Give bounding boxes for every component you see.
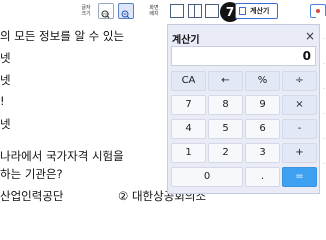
answer-option[interactable]: !: [0, 94, 5, 108]
key-2[interactable]: 2: [208, 143, 243, 163]
key-subtract[interactable]: -: [282, 119, 317, 139]
layout-label: 화면 배치: [149, 5, 159, 17]
key-equals[interactable]: =: [282, 167, 317, 187]
answer-option[interactable]: 넷: [0, 72, 11, 88]
key-add[interactable]: +: [282, 143, 317, 163]
key-backspace[interactable]: ←: [208, 71, 243, 91]
answer-option[interactable]: 넷: [0, 116, 11, 132]
calculator-display: 0: [171, 46, 316, 66]
key-5[interactable]: 5: [208, 119, 243, 139]
question-text: 나라에서 국가자격 시험을: [0, 149, 124, 163]
key-7[interactable]: 7: [171, 95, 206, 115]
close-icon[interactable]: ×: [305, 29, 315, 43]
key-6[interactable]: 6: [245, 119, 280, 139]
calculator-icon: [239, 7, 246, 15]
magnifier-minus-icon: [121, 10, 130, 19]
answer-option[interactable]: 산업인력공단: [0, 188, 63, 204]
zoom-out-button[interactable]: [118, 3, 134, 19]
answer-option[interactable]: 넷: [0, 50, 11, 66]
layout-split-button[interactable]: [188, 4, 202, 18]
calculator-title: 계산기: [172, 35, 200, 46]
key-multiply[interactable]: ×: [282, 95, 317, 115]
layout-single-button[interactable]: [170, 4, 184, 18]
toolbar: 글자 크기 기본 화면 배치 7 계산기: [0, 0, 326, 24]
calculator-panel: 계산기 × 0 CA ← % ÷ 7 8 9 × 4 5 6 - 1 2 3 +…: [167, 24, 320, 194]
key-clear-all[interactable]: CA: [171, 71, 206, 91]
key-0[interactable]: 0: [171, 167, 243, 187]
option-number: ②: [118, 189, 129, 203]
key-percent[interactable]: %: [245, 71, 280, 91]
key-divide[interactable]: ÷: [282, 71, 317, 91]
key-8[interactable]: 8: [208, 95, 243, 115]
calculator-button[interactable]: 계산기: [235, 3, 278, 19]
question-text: 의 모든 정보를 알 수 있는: [0, 29, 125, 43]
key-decimal[interactable]: .: [245, 167, 280, 187]
key-4[interactable]: 4: [171, 119, 206, 139]
dot-icon: [316, 9, 320, 13]
font-size-label: 글자 크기: [81, 5, 91, 17]
key-9[interactable]: 9: [245, 95, 280, 115]
question-text: 하는 기관은?: [0, 167, 63, 181]
key-1[interactable]: 1: [171, 143, 206, 163]
key-3[interactable]: 3: [245, 143, 280, 163]
layout-wide-button[interactable]: [205, 4, 219, 18]
zoom-in-button[interactable]: 기본: [98, 3, 114, 19]
